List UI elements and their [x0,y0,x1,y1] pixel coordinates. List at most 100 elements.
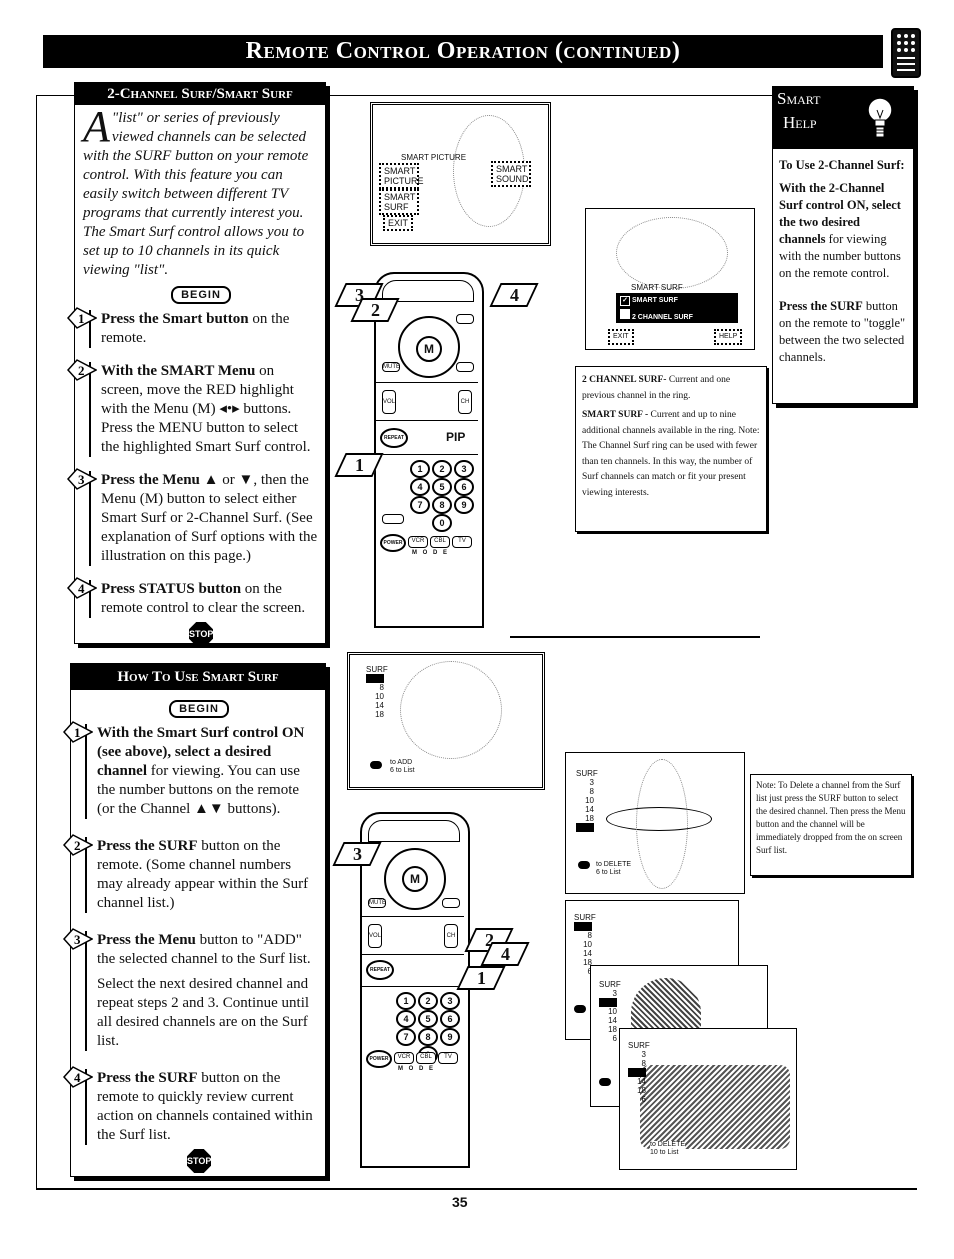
surf-add-screen: SURF ? 8 10 14 18 to ADD 6 to List [347,652,545,790]
key-8[interactable]: 8 [418,1028,438,1046]
surf-button[interactable] [456,362,474,372]
smart-menu-screen: SMART PICTURE SMART PICTURE SMART SURF E… [370,102,551,246]
menu-button-icon [574,1005,586,1013]
surf-channel-list: SURF ? 8 10 14 18 [366,665,388,719]
option-smart-surf[interactable]: ✓ SMART SURF [620,296,734,306]
remote-control-illustration: M MUTE VOL CH REPEAT PIP 1 2 3 4 5 6 7 8… [374,272,484,628]
checkbox-checked-icon[interactable]: ✓ [620,296,630,306]
pip-label: PIP [446,430,466,444]
power-button[interactable]: POWER [380,534,406,552]
key-2[interactable]: 2 [418,992,438,1010]
exit-button[interactable]: EXIT [383,215,414,231]
svg-text:1: 1 [74,725,81,740]
vcr-mode-button[interactable]: VCR [408,536,428,548]
svg-text:4: 4 [78,581,85,596]
repeat-button[interactable]: REPEAT [380,428,408,448]
surf-button[interactable] [442,898,460,908]
surf-options-list: ✓ SMART SURF 2 CHANNEL SURF [616,293,738,323]
option-2-channel-surf[interactable]: 2 CHANNEL SURF [620,309,734,321]
key-0[interactable]: 0 [432,514,452,532]
svg-text:2: 2 [74,838,81,853]
selected-channel: ? [576,823,594,832]
step-number-icon: 1 [63,721,93,743]
step-4: 4 Press STATUS button on the remote cont… [67,577,319,618]
key-4[interactable]: 4 [410,478,430,496]
surf-channel-list: SURF 3 8 ? 14 18 6 [628,1041,650,1104]
repeat-button[interactable]: REPEAT [366,960,394,980]
mute-button[interactable]: MUTE [368,898,386,908]
key-2[interactable]: 2 [432,460,452,478]
key-7[interactable]: 7 [410,496,430,514]
menu-button-icon [578,861,590,869]
mute-button[interactable]: MUTE [382,362,400,372]
smart-sound-button[interactable]: SMART SOUND [491,161,531,187]
cheerleader-illustration [400,661,502,759]
status-button[interactable] [456,314,474,324]
stop-icon: STOP [187,1149,211,1173]
cheerleader-illustration [616,217,728,289]
svg-text:3: 3 [74,932,81,947]
menu-button-icon [599,1078,611,1086]
key-3[interactable]: 3 [440,992,460,1010]
power-button[interactable]: POWER [366,1050,392,1068]
navigation-ring[interactable] [384,848,446,910]
vol-button[interactable]: VOL [382,390,396,414]
navigation-ring[interactable] [398,316,460,378]
ch-button[interactable]: CH [458,390,472,414]
step-number-icon: 2 [63,834,93,856]
svg-text:3: 3 [78,472,85,487]
menu-label: SMART SURF [631,283,683,292]
step-2: 2 With the SMART Menu on screen, move th… [67,359,319,457]
help-button[interactable]: HELP [714,329,743,345]
delete-note: Note: To Delete a channel from the Surf … [750,774,912,876]
step-1: 1 Press the Smart button on the remote. [67,307,319,348]
key-7[interactable]: 7 [396,1028,416,1046]
panel-heading: 2-Channel Surf/Smart Surf [75,83,325,105]
surf-channel-list: SURF 3 8 10 14 18 ? [576,769,598,832]
smart-surf-button[interactable]: SMART SURF [379,189,419,215]
divider [510,636,760,638]
intro-text: A "list" or series of previously viewed … [83,102,309,279]
smart-button[interactable] [382,514,404,524]
tv-mode-button[interactable]: TV [452,536,472,548]
vcr-mode-button[interactable]: VCR [394,1052,414,1064]
checkbox-unchecked-icon[interactable] [620,309,630,319]
key-6[interactable]: 6 [454,478,474,496]
exit-button[interactable]: EXIT [608,329,634,345]
key-9[interactable]: 9 [454,496,474,514]
smart-help-subtitle: To Use 2-Channel Surf: [779,158,905,172]
panel-heading: How To Use Smart Surf [71,664,325,690]
vol-button[interactable]: VOL [368,924,382,948]
key-1[interactable]: 1 [410,460,430,478]
svg-text:2: 2 [78,363,85,378]
drop-cap: A [83,102,110,151]
tv-mode-button[interactable]: TV [438,1052,458,1064]
key-5[interactable]: 5 [432,478,452,496]
step-3: 3 Press the Menu ▲ or ▼, then the Menu (… [67,468,319,566]
stop-icon: STOP [189,622,213,646]
step-number-icon: 4 [63,1066,93,1088]
key-4[interactable]: 4 [396,1010,416,1028]
surf-options-explanation: 2 CHANNEL SURF- Current and one previous… [575,366,767,532]
menu-button-icon [370,761,382,769]
step-3: 3 Press the Menu button to "ADD" the sel… [63,928,319,1051]
key-6[interactable]: 6 [440,1010,460,1028]
smart-picture-button[interactable]: SMART PICTURE [379,163,424,189]
smart-help-para-1: With the 2-Channel Surf control ON, sele… [779,181,901,280]
cbl-mode-button[interactable]: CBL [416,1052,436,1064]
mode-label: M O D E [412,550,450,556]
svg-text:1: 1 [78,311,85,326]
stack-screen-3: SURF 3 8 ? 14 18 6 to DELETE 10 to List [619,1028,797,1170]
cbl-mode-button[interactable]: CBL [430,536,450,548]
key-8[interactable]: 8 [432,496,452,514]
key-9[interactable]: 9 [440,1028,460,1046]
begin-badge: BEGIN [169,700,229,718]
key-5[interactable]: 5 [418,1010,438,1028]
ch-button[interactable]: CH [444,924,458,948]
mode-label: M O D E [398,1066,436,1072]
selected-channel: ? [366,674,384,683]
key-1[interactable]: 1 [396,992,416,1010]
key-3[interactable]: 3 [454,460,474,478]
surf-delete-screen: SURF 3 8 10 14 18 ? to DELETE 6 to List [565,752,745,894]
remote-control-icon [891,28,921,78]
